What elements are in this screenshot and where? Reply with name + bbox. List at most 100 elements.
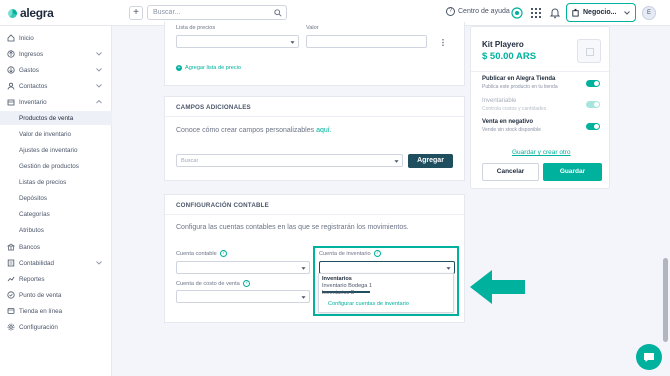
sidebar-sub-label: Valor de inventario (19, 130, 72, 138)
chevron-down-icon (301, 296, 306, 299)
account-select[interactable] (176, 261, 310, 274)
help-question-icon[interactable]: ? (219, 250, 227, 257)
cost-label-wrap: Cuenta de costo de venta? (176, 280, 250, 287)
price-value-label: Valor (306, 25, 319, 31)
sidebar-item-gastos[interactable]: Gastos (0, 63, 112, 77)
additional-fields-link[interactable]: aquí. (316, 127, 332, 134)
company-icon (572, 8, 579, 17)
sidebar-sub-atributos[interactable]: Atributos (0, 223, 112, 237)
inventory-icon (7, 99, 15, 106)
sidebar-sub-label: Depósitos (19, 194, 48, 202)
sidebar-item-label: Gastos (19, 66, 39, 74)
product-name: Kit Playero (482, 40, 524, 49)
sidebar-item-inventario[interactable]: Inventario (0, 95, 112, 109)
sidebar-item-bancos[interactable]: Bancos (0, 240, 112, 254)
accounting-config-text: Configura las cuentas contables en las q… (176, 224, 409, 231)
add-field-button[interactable]: Agregar (408, 154, 453, 168)
image-icon (586, 48, 594, 56)
sidebar-item-inicio[interactable]: Inicio (0, 31, 112, 45)
new-item-button[interactable]: + (129, 6, 143, 20)
sidebar-sub-ajustes-de-inventario[interactable]: Ajustes de inventario (0, 143, 112, 157)
add-circle-icon: + (176, 65, 182, 71)
sidebar-sub-depositos[interactable]: Depósitos (0, 191, 112, 205)
sidebar-item-tienda-en-linea[interactable]: Tienda en línea (0, 304, 112, 318)
logo-mark-icon (8, 8, 17, 18)
reports-icon (7, 276, 15, 282)
search-icon[interactable] (274, 9, 282, 17)
help-label: Centro de ayuda (458, 8, 510, 15)
product-summary-card: Kit Playero $ 50.00 ARS Publicar en Aleg… (470, 26, 610, 189)
user-avatar[interactable]: E (642, 6, 656, 20)
additional-fields-desc: Conoce cómo crear campos personalizables (176, 127, 315, 134)
chat-support-button[interactable] (636, 344, 662, 370)
account-label-wrap: Cuenta contable? (176, 250, 227, 257)
additional-field-select[interactable]: Buscar (176, 154, 403, 167)
more-options-icon[interactable] (441, 38, 445, 47)
help-center-link[interactable]: ? Centro de ayuda (446, 7, 510, 16)
sidebar-item-contactos[interactable]: Contactos (0, 79, 112, 93)
pos-icon (7, 291, 15, 299)
publish-store-toggle[interactable] (586, 80, 600, 87)
additional-fields-title: CAMPOS ADICIONALES (176, 104, 251, 111)
sidebar-item-punto-de-venta[interactable]: Punto de venta (0, 288, 112, 302)
chevron-down-icon (290, 41, 295, 44)
account-label: Cuenta contable (176, 250, 217, 257)
search-input[interactable] (148, 6, 270, 19)
chevron-down-icon (301, 267, 306, 270)
sidebar-sub-label: Ajustes de inventario (19, 146, 78, 154)
divider (471, 71, 609, 72)
assistant-icon[interactable] (511, 7, 523, 19)
cancel-button[interactable]: Cancelar (482, 163, 539, 181)
product-image-placeholder[interactable] (577, 39, 601, 63)
price-list-select[interactable] (176, 35, 299, 48)
sidebar-item-label: Tienda en línea (19, 307, 63, 315)
chevron-up-icon (96, 99, 102, 104)
home-icon (7, 34, 15, 42)
sidebar-sub-label: Listas de precios (19, 178, 67, 186)
alegra-logo[interactable]: alegra (8, 6, 54, 20)
search-box[interactable] (147, 5, 287, 20)
negative-sale-desc: Vende sin stock disponible (482, 127, 541, 133)
sidebar-item-ingresos[interactable]: Ingresos (0, 47, 112, 61)
sidebar-sub-gestion-de-productos[interactable]: Gestión de productos (0, 159, 112, 173)
sidebar-sub-label: Productos de venta (19, 114, 74, 122)
sidebar-item-configuracion[interactable]: Configuración (0, 320, 112, 334)
sidebar-item-reportes[interactable]: Reportes (0, 272, 112, 286)
apps-grid-icon[interactable] (530, 7, 542, 19)
sidebar-item-contabilidad[interactable]: Contabilidad (0, 256, 112, 270)
additional-fields-text: Conoce cómo crear campos personalizables… (176, 127, 332, 134)
accounting-config-title: CONFIGURACIÓN CONTABLE (176, 202, 269, 209)
additional-fields-card: CAMPOS ADICIONALES Conoce cómo crear cam… (164, 96, 465, 181)
add-price-list-link[interactable]: + Agregar lista de precio (176, 65, 241, 71)
expenses-icon (7, 66, 15, 74)
settings-gear-icon (7, 323, 15, 331)
pointer-arrow-icon (470, 270, 525, 304)
sidebar-sub-valor-de-inventario[interactable]: Valor de inventario (0, 127, 112, 141)
highlight-annotation (313, 246, 459, 316)
sidebar-sub-label: Atributos (19, 226, 44, 234)
accounting-icon (7, 259, 15, 267)
cost-account-select[interactable] (176, 290, 310, 303)
sidebar-sub-label: Categorías (19, 210, 50, 218)
sidebar: Inicio Ingresos Gastos Contactos Inventa… (0, 26, 112, 376)
sidebar-item-label: Reportes (19, 275, 45, 283)
price-value-input[interactable] (306, 35, 427, 48)
help-question-icon[interactable]: ? (242, 280, 250, 287)
price-list-card: Lista de precios Valor + Agregar lista d… (164, 22, 465, 86)
company-selector[interactable]: Negocio... (566, 3, 636, 22)
help-icon: ? (446, 7, 455, 16)
sidebar-item-label: Inventario (19, 98, 47, 106)
notifications-bell-icon[interactable] (549, 7, 561, 19)
publish-store-title: Publicar en Alegra Tienda (482, 76, 556, 82)
sidebar-sub-categorias[interactable]: Categorías (0, 207, 112, 221)
company-name: Negocio... (583, 9, 617, 16)
chevron-down-icon (394, 160, 399, 163)
sidebar-sub-productos-de-venta[interactable]: Productos de venta (0, 111, 112, 125)
negative-sale-toggle[interactable] (586, 123, 600, 130)
page-scrollbar[interactable] (663, 258, 668, 342)
inventoriable-title: Inventariable (482, 98, 517, 104)
save-and-create-another-link[interactable]: Guardar y crear otro (512, 149, 571, 156)
sidebar-item-label: Ingresos (19, 50, 44, 58)
save-button[interactable]: Guardar (543, 163, 602, 181)
sidebar-sub-listas-de-precios[interactable]: Listas de precios (0, 175, 112, 189)
